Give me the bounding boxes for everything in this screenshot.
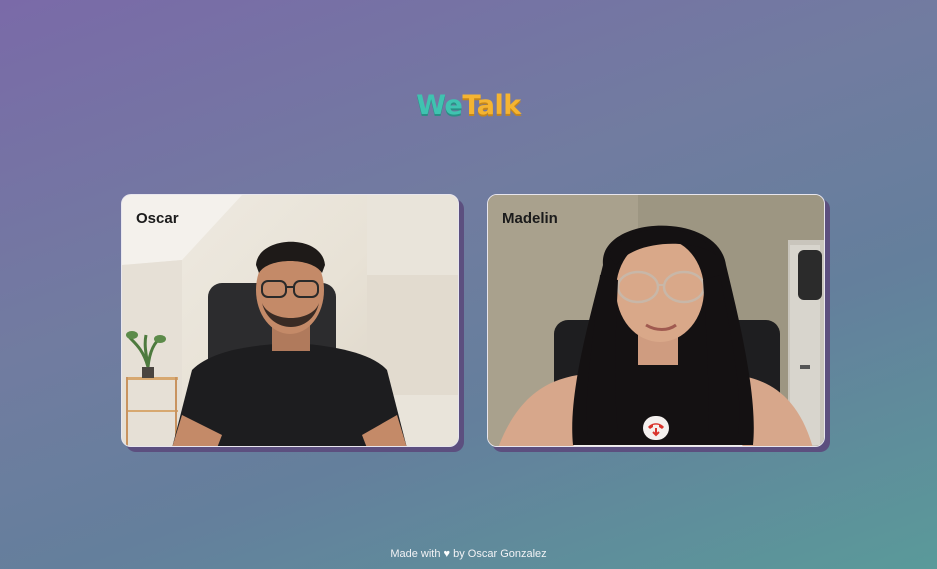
footer-suffix: by Oscar Gonzalez [453,548,547,560]
footer-credit: Made with ♥ by Oscar Gonzalez [0,548,937,560]
video-tile-oscar: Oscar [121,194,459,447]
video-tile-madelin: Madelin [487,194,825,447]
heart-icon: ♥ [443,548,451,560]
participant-name: Madelin [502,210,558,227]
video-feed-oscar [122,195,458,446]
app-logo: WeTalk [0,88,937,124]
logo-we: We [416,90,463,121]
phone-hangup-icon [648,423,664,437]
video-feed-madelin [488,195,824,446]
logo-talk: Talk [462,90,521,121]
footer-prefix: Made with [390,548,441,560]
participant-name: Oscar [136,210,179,227]
hangup-button[interactable] [643,416,669,440]
